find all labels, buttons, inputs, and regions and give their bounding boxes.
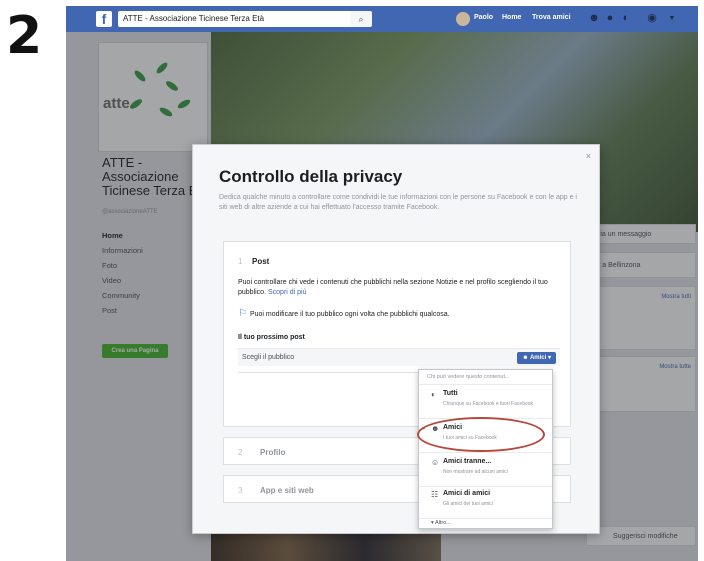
- home-link[interactable]: Home: [502, 14, 521, 21]
- dialog-description: Dedica qualche minuto a controllare come…: [219, 194, 577, 211]
- option-label: Tutti: [443, 390, 458, 397]
- choose-audience-label: Scegli il pubblico: [242, 354, 295, 361]
- close-icon[interactable]: ×: [586, 151, 591, 161]
- option-label: Amici di amici: [443, 490, 491, 497]
- step-number: 2: [6, 6, 43, 66]
- messenger-icon[interactable]: ●: [604, 12, 616, 25]
- highlight-circle: [417, 417, 545, 452]
- facebook-logo[interactable]: f: [96, 11, 112, 27]
- option-sub: Gli amici dei tuoi amici: [443, 501, 493, 507]
- audience-row: Scegli il pubblico ☻ Amici ▾: [238, 348, 560, 366]
- audience-tip: ⚐ Puoi modificare il tuo pubblico ogni v…: [238, 308, 450, 320]
- tip-text: Puoi modificare il tuo pubblico ogni vol…: [249, 310, 450, 318]
- help-icon[interactable]: ◉: [646, 12, 658, 25]
- post-description: Puoi controllare chi vede i contenuti ch…: [238, 279, 548, 296]
- user-name-link[interactable]: Paolo: [474, 14, 493, 21]
- audience-option-friends-except[interactable]: ☺ Amici tranne... Non mostrare ad alcuni…: [419, 453, 552, 487]
- option-label: Amici tranne...: [443, 458, 492, 465]
- dropdown-header: Chi può vedere questo contenut...: [419, 370, 552, 385]
- find-friends-link[interactable]: Trova amici: [532, 14, 571, 21]
- section-title-apps: App e siti web: [260, 486, 314, 495]
- friends-icon[interactable]: ☻: [588, 12, 600, 25]
- next-post-label: Il tuo prossimo post: [238, 334, 305, 341]
- section-number: 1: [238, 257, 243, 266]
- person-minus-icon: ☺: [431, 458, 440, 467]
- audience-option-public[interactable]: ◐ Tutti Chiunque su Facebook e fuori Fac…: [419, 385, 552, 419]
- friends-icon: ☻: [522, 355, 529, 361]
- user-avatar[interactable]: [456, 12, 470, 26]
- facebook-top-bar: f ATTE - Associazione Ticinese Terza Età…: [66, 6, 698, 32]
- option-sub: Non mostrare ad alcuni amici: [443, 469, 508, 475]
- search-input[interactable]: ATTE - Associazione Ticinese Terza Età: [118, 11, 368, 27]
- section-title-profile: Profilo: [260, 448, 286, 457]
- search-icon[interactable]: ⌕: [350, 11, 372, 27]
- caret-down-icon[interactable]: ▼: [666, 12, 678, 25]
- audience-option-friends-of-friends[interactable]: ☷ Amici di amici Gli amici dei tuoi amic…: [419, 485, 552, 519]
- lightbulb-icon: ⚐: [238, 308, 247, 319]
- section-number: 2: [238, 448, 243, 457]
- friends-of-friends-icon: ☷: [431, 490, 439, 499]
- section-title-post: Post: [252, 257, 270, 266]
- facebook-screenshot: atte ATTE - Associazione Ticinese Terza …: [66, 6, 698, 561]
- audience-selector-button[interactable]: ☻ Amici ▾: [517, 352, 556, 364]
- dialog-title: Controllo della privacy: [219, 167, 403, 186]
- option-sub: Chiunque su Facebook e fuori Facebook: [443, 401, 534, 407]
- more-options-link[interactable]: ▾ Altro...: [419, 517, 552, 529]
- globe-icon[interactable]: ◐: [620, 12, 632, 25]
- section-number: 3: [238, 486, 243, 495]
- divider: [238, 372, 418, 373]
- learn-more-link[interactable]: Scopri di più: [268, 289, 307, 296]
- globe-icon: ◐: [431, 390, 436, 399]
